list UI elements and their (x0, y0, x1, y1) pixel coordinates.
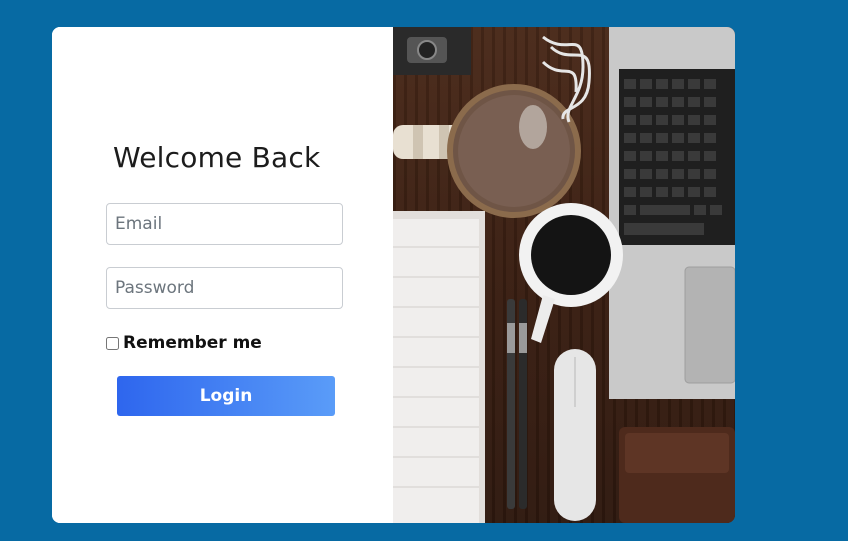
mouse-icon (554, 349, 596, 521)
remember-me-row[interactable]: Remember me (106, 333, 262, 353)
login-card: Welcome Back Remember me Login (52, 27, 735, 523)
notebook-icon (393, 211, 485, 523)
desk-flatlay-icon (393, 27, 735, 523)
remember-me-checkbox[interactable] (106, 336, 119, 350)
page-title: Welcome Back (113, 141, 321, 174)
laptop-icon (609, 27, 735, 399)
login-button[interactable]: Login (117, 376, 335, 416)
coffee-cup-icon (519, 203, 623, 343)
magnifier-icon (447, 84, 581, 218)
pens-icon (507, 299, 527, 509)
wallet-icon (619, 427, 735, 523)
desk-photo (393, 27, 735, 523)
password-field[interactable] (106, 267, 343, 309)
email-field[interactable] (106, 203, 343, 245)
login-form-panel: Welcome Back Remember me Login (52, 27, 393, 523)
remember-me-label: Remember me (123, 333, 262, 353)
